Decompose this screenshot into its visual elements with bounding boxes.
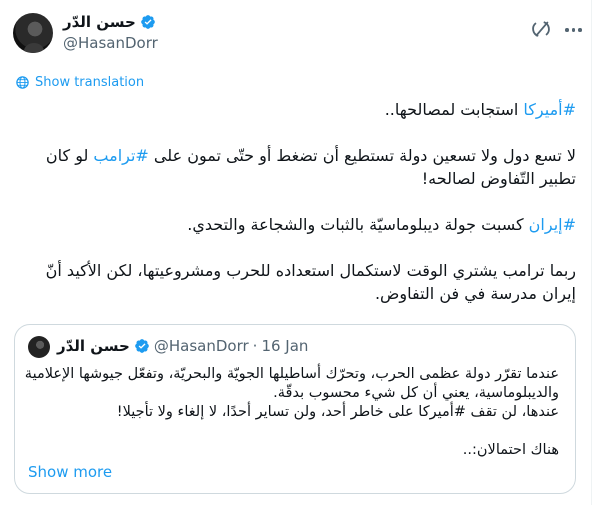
tweet-text: #أميركا استجابت لمصالحها.. لا تسع دول ول… xyxy=(10,98,576,305)
tweet-text-span: كسبت جولة ديبلوماسيّة بالثبات والشجاعة و… xyxy=(187,215,529,234)
show-translation-link[interactable]: Show translation xyxy=(15,75,144,90)
verified-badge-icon xyxy=(141,15,155,29)
quote-separator: · xyxy=(252,337,258,355)
hashtag-link[interactable]: #ترامب xyxy=(93,146,148,165)
timeline-border xyxy=(591,0,592,505)
quoted-tweet-card[interactable]: حسن الدّر @HasanDorr · 16 Jan عندما تقرّ… xyxy=(14,324,576,494)
quote-handle: @HasanDorr xyxy=(153,337,249,355)
display-name[interactable]: حسن الدّر xyxy=(63,13,136,31)
globe-icon xyxy=(16,76,29,89)
verified-badge-icon xyxy=(135,339,149,353)
more-options-icon[interactable] xyxy=(565,22,585,38)
quote-avatar xyxy=(28,336,50,358)
tweet-text-span: ربما ترامب يشتري الوقت لاستكمال استعداده… xyxy=(45,261,576,303)
quote-text: عندما تقرّر دولة عظمى الحرب، وتحرّك أساط… xyxy=(24,365,559,460)
tweet-paragraph: لا تسع دول ولا تسعين دولة تستطيع أن تضغط… xyxy=(10,144,576,190)
grok-icon[interactable] xyxy=(530,18,552,40)
quote-line: هناك احتمالان:.. xyxy=(462,442,559,458)
quote-author-name: حسن الدّر xyxy=(57,337,130,355)
tweet-text-span: استجابت لمصالحها.. xyxy=(384,100,524,119)
quote-line: عندما تقرّر دولة عظمى الحرب، وتحرّك أساط… xyxy=(24,366,559,382)
tweet-paragraph: ربما ترامب يشتري الوقت لاستكمال استعداده… xyxy=(10,259,576,305)
author-name-row[interactable]: حسن الدّر xyxy=(63,13,156,31)
hashtag-link[interactable]: #إيران xyxy=(529,215,576,234)
show-translation-label[interactable]: Show translation xyxy=(35,75,144,90)
quote-line: والديبلوماسية، يعني أن كل شيء محسوب بدقّ… xyxy=(273,385,559,401)
author-handle[interactable]: @HasanDorr xyxy=(63,34,158,52)
hashtag-link[interactable]: #أميركا xyxy=(523,100,576,119)
tweet-text-span: لا تسع دول ولا تسعين دولة تستطيع أن تضغط… xyxy=(148,146,576,165)
quote-line: عندها، لن تقف #أميركا على خاطر أحد، ولن … xyxy=(116,404,559,420)
tweet-paragraph: #أميركا استجابت لمصالحها.. xyxy=(10,98,576,121)
tweet-paragraph: #إيران كسبت جولة ديبلوماسيّة بالثبات وال… xyxy=(10,213,576,236)
quote-date: 16 Jan xyxy=(261,337,309,355)
show-more-link[interactable]: Show more xyxy=(28,463,112,481)
avatar[interactable] xyxy=(13,13,53,53)
quote-meta: حسن الدّر @HasanDorr · 16 Jan xyxy=(57,337,308,355)
